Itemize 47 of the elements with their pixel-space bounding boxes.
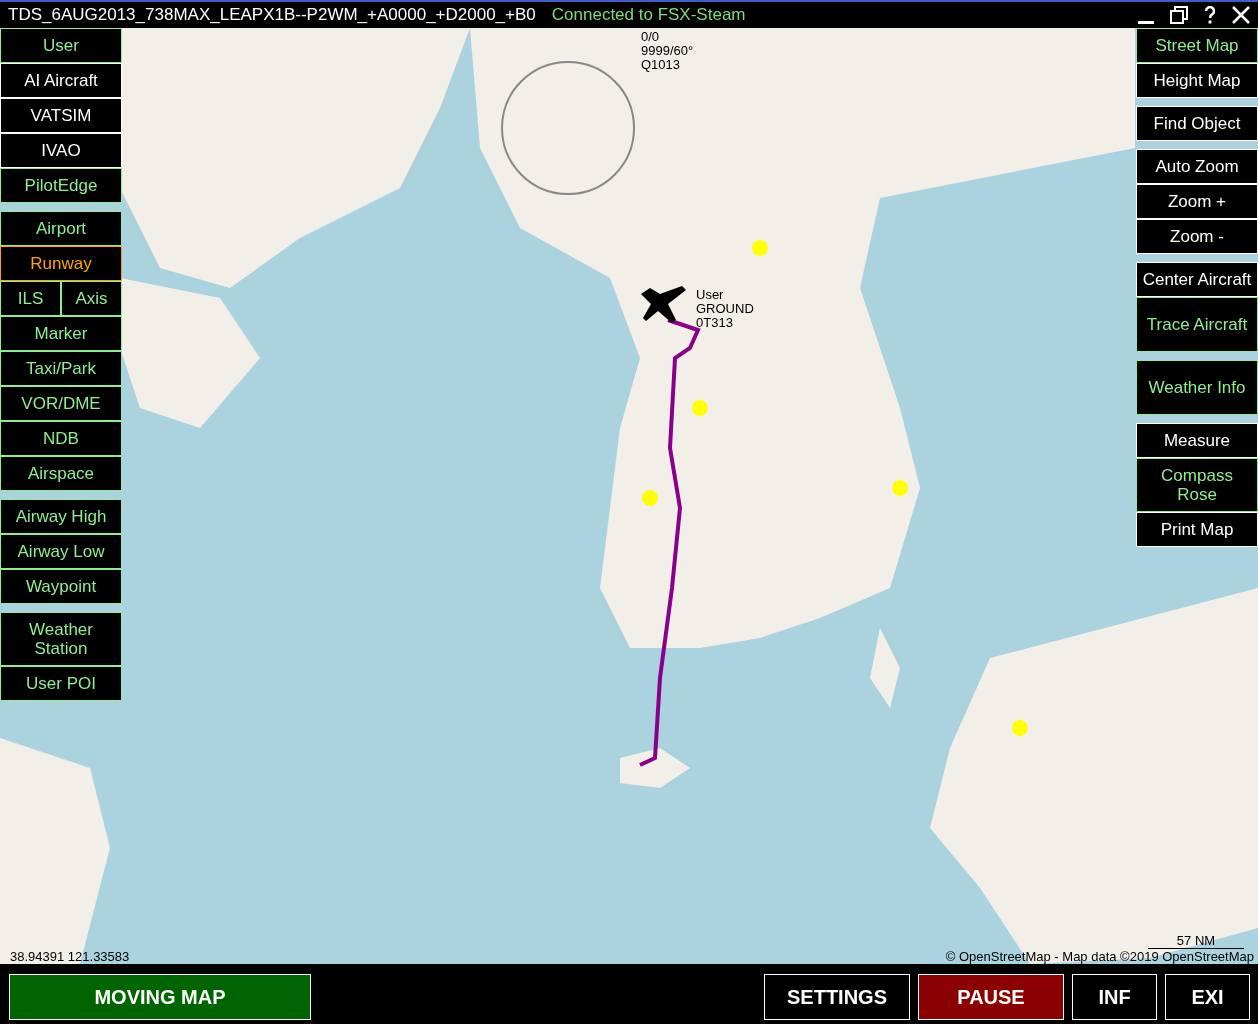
toolbar-button[interactable]: SETTINGS	[764, 974, 910, 1020]
map-toggle-button[interactable]: Runway	[0, 246, 122, 281]
toolbar-button[interactable]: PAUSE	[918, 974, 1064, 1020]
coordinates-text: 38.94391 121.33583	[10, 950, 130, 964]
map-toggle-button[interactable]: VATSIM	[0, 98, 122, 133]
scale-bar: 57 NM	[1148, 934, 1244, 949]
map-toggle-button[interactable]: NDB	[0, 421, 122, 456]
map-toggle-button[interactable]: Zoom -	[1136, 219, 1258, 254]
window-title: TDS_6AUG2013_738MAX_LEAPX1B--P2WM_+A0000_+D2000_+B0	[8, 4, 536, 27]
map-toggle-button[interactable]: Print Map	[1136, 512, 1258, 547]
map-toggle-button[interactable]: Compass Rose	[1136, 458, 1258, 512]
help-icon[interactable]	[1204, 6, 1216, 24]
attribution-text: © OpenStreetMap - Map data ©2019 OpenStreetMap	[945, 950, 1254, 964]
map-toggle-button[interactable]: Airway Low	[0, 534, 122, 569]
toolbar-button[interactable]: EXI	[1165, 974, 1250, 1020]
toolbar-button[interactable]: INF	[1072, 974, 1157, 1020]
map-toggle-button[interactable]: PilotEdge	[0, 168, 122, 203]
map-toggle-button[interactable]: VOR/DME	[0, 386, 122, 421]
map-toggle-button[interactable]: Weather Station	[0, 612, 122, 666]
restore-icon[interactable]	[1170, 6, 1188, 24]
map-toggle-button[interactable]: Taxi/Park	[0, 351, 122, 386]
map-toggle-button[interactable]: Measure	[1136, 423, 1258, 458]
map-toggle-button[interactable]: Airspace	[0, 456, 122, 491]
map-toggle-button[interactable]: Waypoint	[0, 569, 122, 604]
map-toggle-button[interactable]: Center Aircraft	[1136, 262, 1258, 297]
map-toggle-button[interactable]: Street Map	[1136, 28, 1258, 63]
connection-status: Connected to FSX-Steam	[551, 4, 746, 27]
map-toggle-button[interactable]: Airway High	[0, 499, 122, 534]
map-toggle-button[interactable]: ILS	[0, 281, 61, 316]
map-toggle-button[interactable]: Auto Zoom	[1136, 149, 1258, 184]
map-toggle-button[interactable]: Airport	[0, 211, 122, 246]
map-toggle-button[interactable]: IVAO	[0, 133, 122, 168]
close-icon[interactable]	[1232, 6, 1250, 24]
map-toggle-button[interactable]: Weather Info	[1136, 360, 1258, 415]
map-toggle-button[interactable]: AI Aircraft	[0, 63, 122, 98]
map-toggle-button[interactable]: User	[0, 28, 122, 63]
map-toggle-button[interactable]: User POI	[0, 666, 122, 701]
map-toggle-button[interactable]: Height Map	[1136, 63, 1258, 98]
map-toggle-button[interactable]: Axis	[61, 281, 122, 316]
aircraft-label: User GROUND 0T313	[696, 288, 754, 330]
airplane-icon	[641, 286, 686, 323]
map-toggle-button[interactable]: Zoom +	[1136, 184, 1258, 219]
weather-label: 0/0 9999/60° Q1013	[641, 30, 694, 72]
map-toggle-button[interactable]: Find Object	[1136, 106, 1258, 141]
mode-button[interactable]: MOVING MAP	[9, 974, 311, 1020]
map-toggle-button[interactable]: Marker	[0, 316, 122, 351]
map-toggle-button[interactable]: Trace Aircraft	[1136, 297, 1258, 352]
